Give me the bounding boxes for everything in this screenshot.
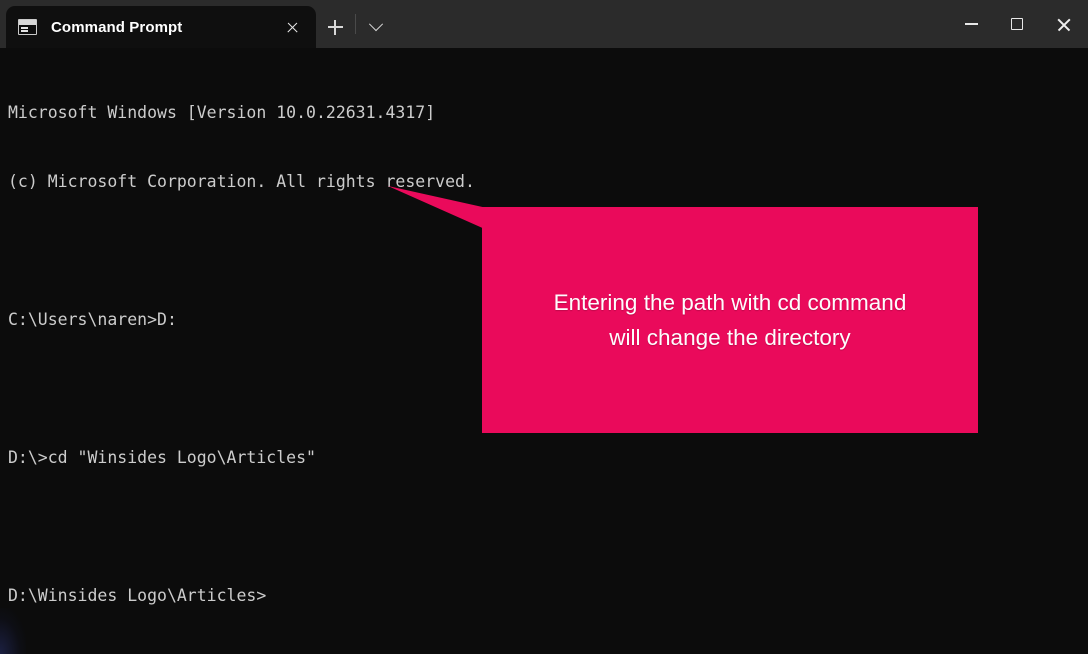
console-prompt-line: D:\Winsides Logo\Articles> <box>8 586 267 605</box>
console-line: (c) Microsoft Corporation. All rights re… <box>8 172 475 191</box>
close-icon <box>1056 16 1072 32</box>
tab-menu-button[interactable] <box>357 6 395 48</box>
console-icon <box>18 19 37 35</box>
console-line: Microsoft Windows [Version 10.0.22631.43… <box>8 103 436 122</box>
title-bar: Command Prompt <box>0 0 1088 48</box>
chevron-down-icon <box>368 17 384 32</box>
callout-text: Entering the path with cd command will c… <box>553 290 907 350</box>
command-prompt-window: Command Prompt Microsoft Windows [Versio… <box>0 0 1088 654</box>
tab-close-button[interactable] <box>278 13 306 41</box>
minimize-icon <box>964 23 978 25</box>
plus-icon <box>327 19 343 35</box>
tab-label: Command Prompt <box>51 18 183 36</box>
callout-box: Entering the path with cd command will c… <box>482 207 978 433</box>
maximize-icon <box>1011 18 1023 30</box>
close-icon <box>286 21 299 34</box>
tab-command-prompt[interactable]: Command Prompt <box>6 6 316 48</box>
tab-divider <box>355 14 356 34</box>
corner-glow <box>0 608 26 654</box>
console-line: D:\>cd "Winsides Logo\Articles" <box>8 448 316 467</box>
tab-strip: Command Prompt <box>0 0 395 48</box>
close-window-button[interactable] <box>1040 0 1088 48</box>
maximize-button[interactable] <box>994 0 1040 48</box>
window-controls <box>948 0 1088 48</box>
new-tab-button[interactable] <box>316 6 354 48</box>
minimize-button[interactable] <box>948 0 994 48</box>
